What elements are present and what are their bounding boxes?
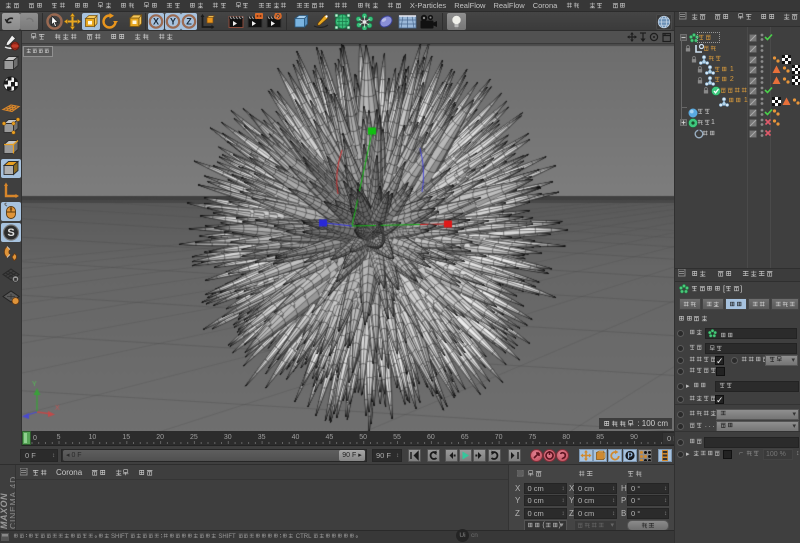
- svg-text:X: X: [153, 17, 159, 27]
- svg-text:S: S: [7, 227, 14, 239]
- svg-text:Y: Y: [170, 17, 176, 27]
- svg-text:Z: Z: [186, 17, 192, 27]
- svg-text:P: P: [627, 451, 633, 460]
